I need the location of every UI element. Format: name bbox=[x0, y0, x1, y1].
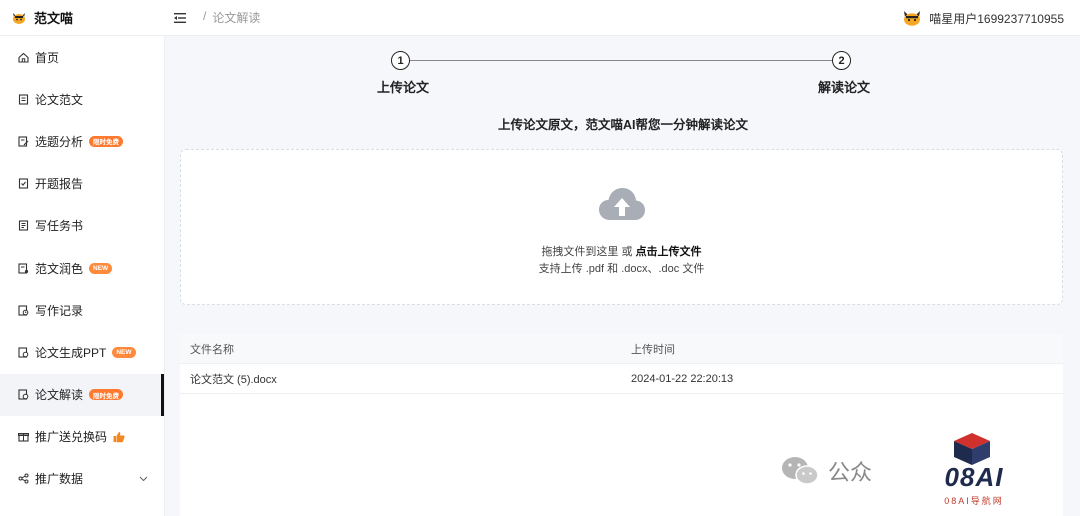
sidebar-item-label: 论文范文 bbox=[35, 92, 84, 107]
step-1-circle: 1 bbox=[391, 51, 410, 70]
new-badge: NEW bbox=[112, 346, 136, 358]
08ai-logo: 08AI 08AI导航网 bbox=[924, 432, 1024, 516]
breadcrumb-current: 论文解读 bbox=[212, 11, 261, 25]
logo-text: 08AI bbox=[944, 462, 1004, 492]
gift-icon bbox=[18, 433, 29, 442]
cell-file-name: 论文范文 (5).docx bbox=[190, 373, 277, 386]
sidebar-item-label: 写作记录 bbox=[35, 303, 84, 318]
breadcrumb-separator: / bbox=[203, 9, 207, 23]
upload-dropzone[interactable]: 拖拽文件到这里 或 点击上传文件 支持上传 .pdf 和 .docx、.doc … bbox=[180, 149, 1063, 305]
watermark-text: 公众 bbox=[828, 460, 873, 485]
step-2-label: 解读论文 bbox=[818, 80, 871, 95]
upload-link[interactable]: 点击上传文件 bbox=[636, 246, 702, 258]
progress-steps: 1 上传论文 2 解读论文 上传论文原文，范文喵AI帮您一分钟解读论文 bbox=[166, 36, 1080, 146]
menu-collapse-icon[interactable] bbox=[173, 11, 187, 25]
sidebar-item-topic-analysis[interactable]: 选题分析 限时免费 bbox=[0, 120, 164, 162]
chevron-down-icon[interactable] bbox=[139, 476, 148, 482]
sidebar: 首页 论文范文 选题分析 限时免费 开题报告 写任务书 范文润色 NEW 写作记… bbox=[0, 36, 165, 516]
polish-icon bbox=[18, 262, 29, 274]
sidebar-item-label: 首页 bbox=[35, 50, 60, 65]
sidebar-item-home[interactable]: 首页 bbox=[0, 36, 164, 78]
cat-logo-icon bbox=[13, 12, 25, 24]
free-badge: 限时免费 bbox=[89, 135, 124, 147]
top-header: 范文喵 / 论文解读 喵星用户1699237710955 bbox=[0, 0, 1080, 36]
user-menu[interactable]: 喵星用户1699237710955 bbox=[903, 0, 1064, 36]
sidebar-item-papers[interactable]: 论文范文 bbox=[0, 78, 164, 120]
sidebar-item-label: 范文润色 bbox=[35, 261, 84, 276]
wechat-watermark: 公众 bbox=[780, 455, 872, 487]
sidebar-item-writing-record[interactable]: 写作记录 bbox=[0, 289, 164, 331]
ppt-icon bbox=[18, 347, 29, 358]
check-doc-icon bbox=[18, 178, 29, 189]
read-icon bbox=[18, 389, 29, 400]
page-subtitle: 上传论文原文，范文喵AI帮您一分钟解读论文 bbox=[497, 118, 748, 132]
sidebar-item-label: 写任务书 bbox=[35, 219, 84, 234]
table-header: 文件名称 上传时间 bbox=[180, 334, 1063, 364]
brand-name: 范文喵 bbox=[34, 11, 74, 26]
upload-hint: 支持上传 .pdf 和 .docx、.doc 文件 bbox=[538, 263, 705, 275]
sidebar-item-label: 推广送兑换码 bbox=[35, 430, 108, 445]
sidebar-item-label: 论文生成PPT bbox=[35, 345, 107, 360]
sidebar-item-ppt[interactable]: 论文生成PPT NEW bbox=[0, 331, 164, 373]
thumbs-up-icon bbox=[113, 431, 125, 442]
header-upload-time: 上传时间 bbox=[631, 343, 675, 356]
step-connector bbox=[409, 60, 833, 61]
sidebar-item-label: 推广数据 bbox=[35, 472, 84, 487]
upload-instruction: 拖拽文件到这里 或 点击上传文件 bbox=[181, 243, 1062, 259]
logo-subtext: 08AI导航网 bbox=[944, 496, 1004, 506]
sidebar-item-referral-data[interactable]: 推广数据 bbox=[0, 458, 164, 500]
table-row[interactable]: 论文范文 (5).docx 2024-01-22 22:20:13 bbox=[180, 364, 1063, 394]
share-icon bbox=[18, 473, 29, 484]
step-1-label: 上传论文 bbox=[377, 80, 430, 95]
sidebar-item-polish[interactable]: 范文润色 NEW bbox=[0, 247, 164, 289]
sidebar-item-proposal[interactable]: 开题报告 bbox=[0, 163, 164, 205]
home-icon bbox=[18, 52, 29, 63]
avatar bbox=[904, 11, 921, 26]
edit-doc-icon bbox=[18, 136, 29, 147]
sidebar-item-label: 论文解读 bbox=[35, 388, 84, 403]
sidebar-item-label: 选题分析 bbox=[35, 134, 84, 149]
cube-logo-icon bbox=[954, 433, 990, 465]
breadcrumb: / 论文解读 bbox=[203, 9, 260, 26]
document-icon bbox=[18, 94, 29, 105]
sidebar-item-label: 开题报告 bbox=[35, 177, 84, 192]
step-2-circle: 2 bbox=[832, 51, 851, 70]
wechat-icon bbox=[782, 457, 819, 485]
sidebar-item-referral[interactable]: 推广送兑换码 bbox=[0, 416, 164, 458]
header-file-name: 文件名称 bbox=[190, 343, 234, 356]
brand[interactable]: 范文喵 bbox=[0, 8, 165, 27]
cell-upload-time: 2024-01-22 22:20:13 bbox=[631, 372, 734, 385]
new-badge: NEW bbox=[89, 262, 113, 274]
notebook-icon bbox=[18, 220, 29, 231]
sidebar-item-paper-reading[interactable]: 论文解读 限时免费 bbox=[0, 373, 164, 416]
free-badge: 限时免费 bbox=[89, 389, 124, 401]
sidebar-item-task-book[interactable]: 写任务书 bbox=[0, 205, 164, 247]
record-icon bbox=[18, 305, 29, 316]
cloud-upload-icon bbox=[599, 188, 645, 220]
username: 喵星用户1699237710955 bbox=[929, 11, 1064, 26]
upload-text-prefix: 拖拽文件到这里 或 bbox=[541, 246, 636, 258]
